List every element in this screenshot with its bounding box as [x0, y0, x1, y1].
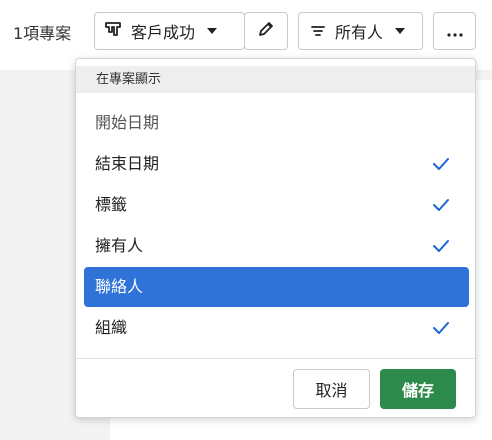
option-label: 開始日期 — [95, 113, 160, 132]
option-labels[interactable]: 標籤 — [84, 185, 469, 225]
cancel-button[interactable]: 取消 — [293, 369, 370, 409]
chevron-down-icon — [207, 28, 218, 34]
checkmark-icon — [433, 322, 449, 334]
column-visibility-dropdown: 在專案顯示 開始日期 結束日期 標籤 擁有人 聯絡人 組織 取消 儲存 — [75, 58, 476, 418]
checkmark-icon — [433, 199, 449, 211]
pencil-icon — [257, 20, 275, 42]
more-icon — [446, 22, 463, 41]
dropdown-header: 在專案顯示 — [76, 66, 475, 93]
checkmark-icon — [433, 158, 449, 170]
pipeline-selector-button[interactable]: 客戶成功 — [94, 12, 245, 50]
checkmark-icon — [433, 240, 449, 252]
owner-filter-label: 所有人 — [335, 23, 384, 42]
dropdown-footer: 取消 儲存 — [76, 358, 475, 418]
option-contact[interactable]: 聯絡人 — [84, 267, 469, 307]
save-button[interactable]: 儲存 — [380, 369, 456, 409]
option-label: 組織 — [95, 318, 128, 337]
pipeline-icon — [105, 21, 121, 41]
option-end-date[interactable]: 結束日期 — [84, 144, 469, 184]
option-label: 擁有人 — [95, 236, 144, 255]
filter-icon — [311, 22, 325, 41]
option-label: 標籤 — [95, 195, 128, 214]
pipeline-label: 客戶成功 — [131, 23, 196, 42]
option-label: 結束日期 — [95, 154, 160, 173]
more-options-button[interactable] — [433, 12, 476, 50]
option-label: 聯絡人 — [95, 277, 144, 296]
option-start-date[interactable]: 開始日期 — [84, 103, 469, 143]
option-organization[interactable]: 組織 — [84, 308, 469, 348]
option-owner[interactable]: 擁有人 — [84, 226, 469, 266]
chevron-down-icon — [395, 28, 406, 34]
project-count: 1項專案 — [13, 24, 72, 43]
edit-pipeline-button[interactable] — [244, 12, 288, 50]
owner-filter-button[interactable]: 所有人 — [298, 12, 423, 50]
